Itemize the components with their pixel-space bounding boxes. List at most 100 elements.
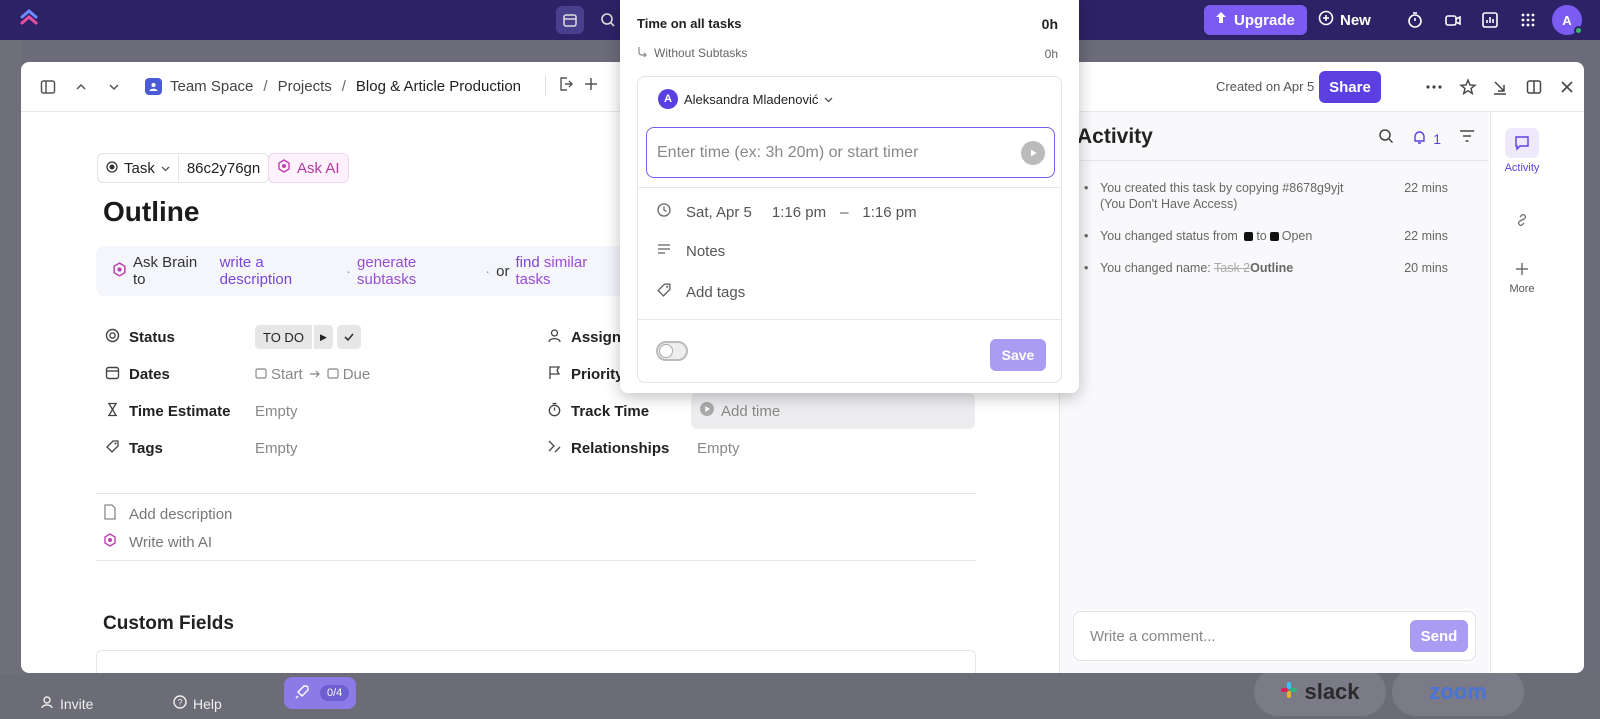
status-color-swatch (1269, 232, 1279, 241)
more-options-icon[interactable] (1423, 76, 1445, 98)
notes-label: Notes (686, 242, 726, 260)
upgrade-button[interactable]: Upgrade (1204, 5, 1307, 35)
add-description-label: Add description (129, 505, 233, 523)
svg-text:?: ? (177, 698, 182, 708)
start-date-button[interactable]: Start (255, 366, 303, 383)
filter-icon[interactable] (1459, 129, 1475, 148)
estimate-value[interactable]: Empty (255, 403, 298, 420)
rail-links[interactable] (1491, 212, 1553, 231)
video-record-icon[interactable] (1441, 8, 1465, 32)
time-entry-card: A Aleksandra Mladenović Enter time (ex: … (637, 76, 1062, 383)
share-button[interactable]: Share (1319, 71, 1381, 103)
chevron-up-icon[interactable] (70, 76, 92, 98)
zoom-label: zoom (1429, 679, 1487, 704)
new-label: New (1340, 11, 1371, 29)
hourglass-icon (105, 402, 120, 421)
status-next-icon[interactable]: ▶ (313, 325, 333, 349)
activity-time: 20 mins (1404, 261, 1448, 275)
activity-panel: Activity 1 • You created this task by co… (1059, 112, 1489, 673)
onboarding-rocket-button[interactable]: 0/4 (284, 677, 356, 709)
rail-activity[interactable]: Activity (1491, 128, 1553, 174)
search-icon[interactable] (1378, 128, 1394, 149)
user-avatar[interactable]: A (1552, 5, 1583, 35)
separator-dot: · (346, 262, 352, 280)
write-with-ai-label: Write with AI (129, 533, 213, 551)
close-icon[interactable] (1556, 76, 1578, 98)
start-timer-icon[interactable] (1021, 141, 1045, 165)
search-icon[interactable] (594, 6, 622, 34)
status-pill[interactable]: TO DO ▶ (255, 325, 333, 349)
help-link[interactable]: ? Help (173, 695, 222, 712)
chevron-down-icon (161, 160, 170, 177)
entry-start-time[interactable]: 1:16 pm (772, 204, 826, 221)
priority-label: Priority (571, 365, 624, 383)
clickup-logo-icon[interactable] (18, 9, 40, 31)
popover-divider (638, 319, 1061, 320)
ask-ai-button[interactable]: Ask AI (268, 153, 349, 183)
breadcrumb-list[interactable]: Blog & Article Production (356, 78, 521, 95)
apps-grid-icon[interactable] (1516, 8, 1540, 32)
tags-value[interactable]: Empty (255, 440, 298, 457)
billable-toggle[interactable] (656, 341, 688, 361)
notes-row[interactable]: Notes (656, 242, 725, 260)
star-icon[interactable] (1457, 76, 1479, 98)
activity-to: to (1256, 229, 1267, 243)
add-description-button[interactable]: Add description (103, 504, 232, 524)
move-task-icon[interactable] (545, 76, 574, 96)
notifications-button[interactable]: 1 (1412, 130, 1441, 148)
add-time-button[interactable]: Add time (691, 393, 975, 429)
notification-count: 1 (1433, 130, 1441, 147)
add-icon[interactable] (584, 77, 598, 95)
relationships-value[interactable]: Empty (697, 440, 740, 457)
calendar-icon[interactable] (556, 6, 584, 34)
custom-fields-box (96, 650, 976, 673)
chevron-down-icon[interactable] (103, 76, 125, 98)
entry-date[interactable]: Sat, Apr 5 (686, 204, 752, 221)
start-date-label: Start (271, 365, 303, 383)
write-description-link[interactable]: write a description (220, 254, 340, 288)
sidebar-toggle-icon[interactable] (37, 76, 59, 98)
section-divider (96, 560, 976, 561)
comment-input[interactable]: Write a comment... Send (1073, 611, 1476, 661)
due-date-button[interactable]: Due (327, 366, 370, 383)
task-type-dropdown[interactable]: Task (98, 154, 178, 182)
ai-sparkle-icon (103, 533, 117, 551)
zoom-integration[interactable]: zoom (1392, 668, 1524, 716)
rail-more[interactable]: More (1491, 262, 1553, 295)
timer-icon[interactable] (1403, 8, 1427, 32)
invite-link[interactable]: Invite (40, 695, 93, 712)
activity-new-name: Outline (1250, 261, 1294, 275)
breadcrumb-folder[interactable]: Projects (278, 78, 332, 95)
time-entry-input[interactable]: Enter time (ex: 3h 20m) or start timer (646, 127, 1055, 178)
user-selector[interactable]: A Aleksandra Mladenović (658, 89, 833, 109)
dashboard-icon[interactable] (1478, 8, 1502, 32)
activity-new-status: Open (1281, 229, 1313, 243)
slack-integration[interactable]: slack (1254, 668, 1386, 716)
activity-prefix: You changed status from (1100, 229, 1238, 243)
rocket-icon (294, 684, 310, 703)
new-button[interactable]: New (1318, 5, 1371, 35)
save-button[interactable]: Save (990, 339, 1046, 371)
slack-logo-icon (1280, 679, 1298, 705)
status-control: TO DO ▶ (255, 325, 361, 349)
write-with-ai-button[interactable]: Write with AI (103, 533, 212, 551)
task-id[interactable]: 86c2y76gn (177, 154, 268, 182)
complete-check-icon[interactable] (336, 325, 361, 349)
minimize-icon[interactable] (1489, 76, 1511, 98)
activity-text: You changed name: Task 2Outline (1100, 260, 1370, 276)
activity-title: Activity (1077, 125, 1153, 148)
activity-item: • You changed status from to Open 22 mins (1084, 228, 1464, 244)
entry-end-time[interactable]: 1:16 pm (862, 204, 916, 221)
date-time-row[interactable]: Sat, Apr 5 1:16 pm – 1:16 pm (656, 202, 917, 222)
generate-subtasks-link[interactable]: generate subtasks (357, 254, 479, 288)
expand-layout-icon[interactable] (1523, 76, 1545, 98)
task-title[interactable]: Outline (103, 196, 199, 228)
bullet: • (1084, 261, 1089, 275)
tags-field: Tags Empty (105, 436, 545, 460)
estimate-label: Time Estimate (129, 402, 231, 420)
breadcrumb-space[interactable]: Team Space (145, 77, 253, 95)
status-icon (105, 328, 120, 347)
add-tags-row[interactable]: Add tags (656, 282, 745, 302)
find-similar-link[interactable]: find similar tasks (516, 254, 626, 288)
send-button[interactable]: Send (1410, 620, 1468, 652)
